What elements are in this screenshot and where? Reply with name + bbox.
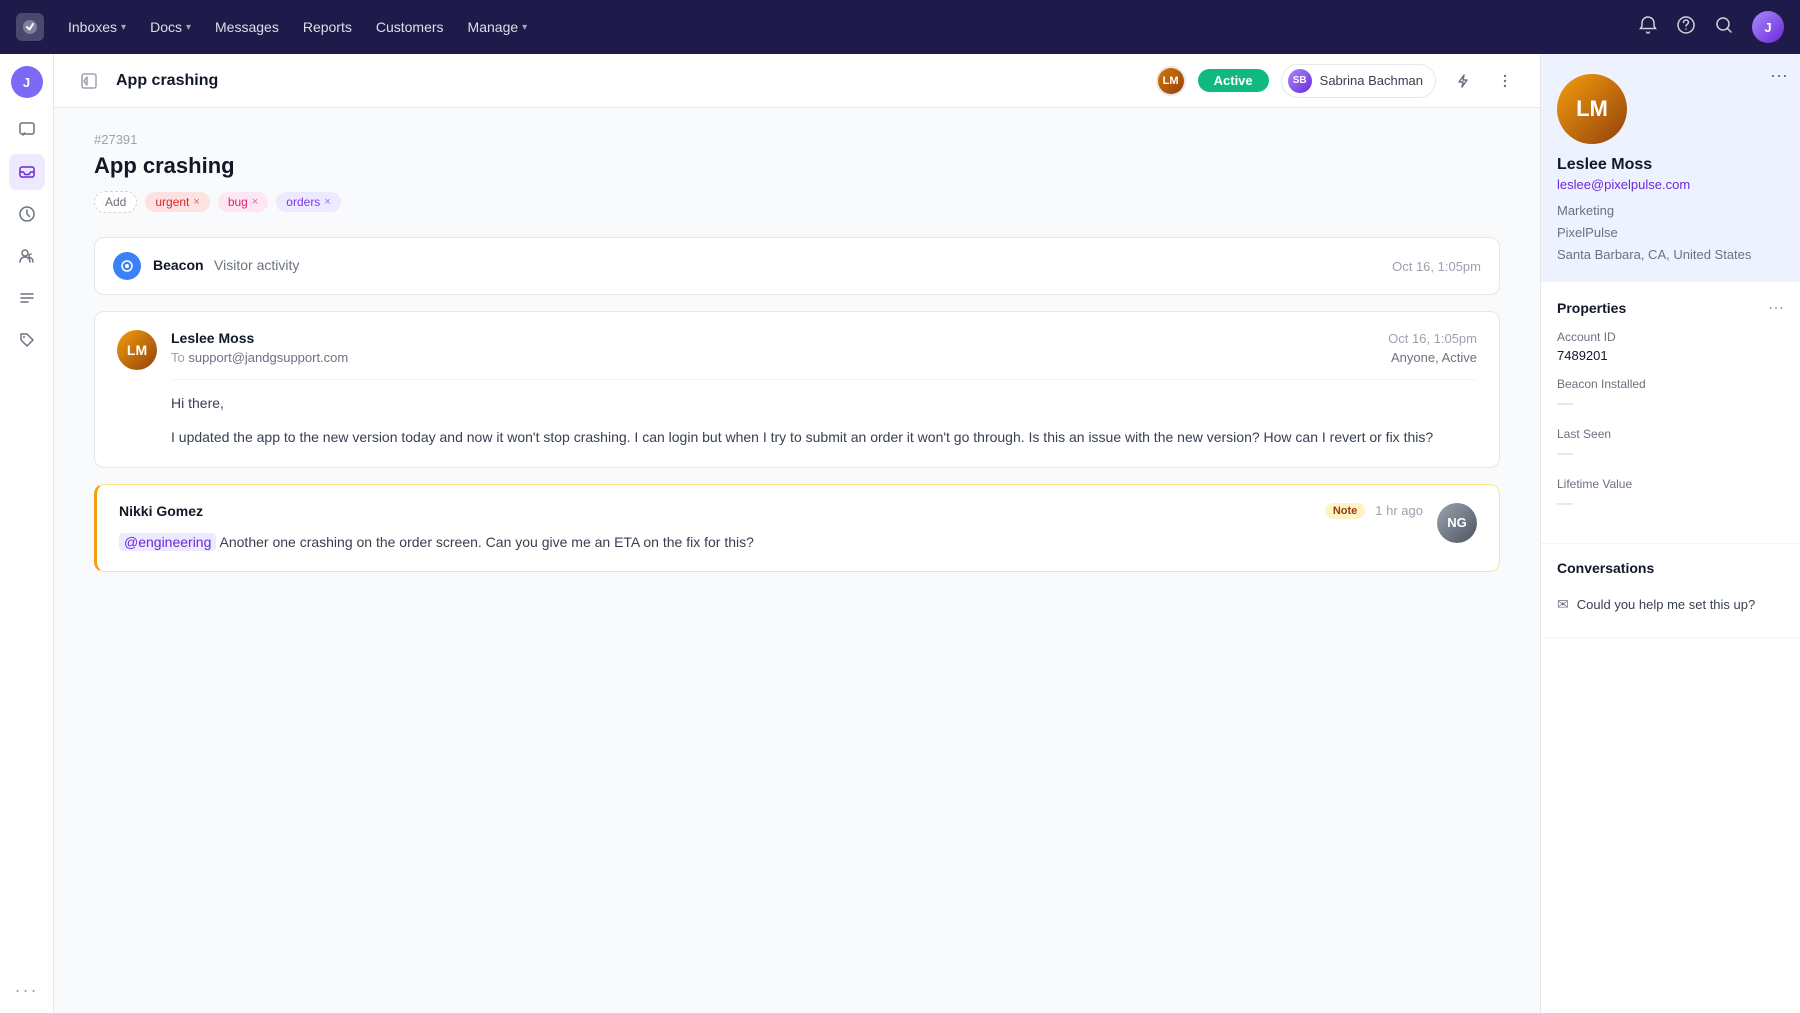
- properties-section: Properties ⋯ Account ID 7489201 Beacon I…: [1541, 282, 1800, 544]
- property-account-id: Account ID 7489201: [1557, 330, 1784, 363]
- message-sender-avatar: LM: [117, 330, 157, 370]
- conversation-body: #27391 App crashing Add urgent × bug × o…: [54, 108, 1540, 1013]
- beacon-icon: [113, 252, 141, 280]
- nav-docs[interactable]: Docs ▾: [150, 15, 191, 39]
- nav-messages[interactable]: Messages: [215, 15, 279, 39]
- sidebar-item-lists[interactable]: [9, 280, 45, 316]
- conversation-list-item[interactable]: ✉ Could you help me set this up?: [1557, 588, 1784, 621]
- left-sidebar: J: [0, 54, 54, 1013]
- note-author-avatar: NG: [1437, 503, 1477, 543]
- status-badge[interactable]: Active: [1198, 69, 1269, 92]
- conversation-title: App crashing: [116, 72, 1144, 90]
- add-tag-button[interactable]: Add: [94, 191, 137, 213]
- note-card: Nikki Gomez Note 1 hr ago @engineering A…: [94, 484, 1500, 572]
- contact-email[interactable]: leslee@pixelpulse.com: [1557, 177, 1784, 192]
- property-lifetime-value: Lifetime Value —: [1557, 477, 1784, 513]
- nav-manage[interactable]: Manage ▾: [468, 15, 528, 39]
- properties-title: Properties: [1557, 300, 1626, 316]
- nav-inboxes[interactable]: Inboxes ▾: [68, 15, 126, 39]
- back-icon[interactable]: [74, 66, 104, 96]
- sidebar-more-button[interactable]: ···: [15, 980, 39, 1001]
- conversation-header: App crashing LM Active SB Sabrina Bachma…: [54, 54, 1540, 108]
- assignee-button[interactable]: SB Sabrina Bachman: [1281, 64, 1436, 98]
- help-icon[interactable]: [1676, 15, 1696, 40]
- message-card: LM Leslee Moss Oct 16, 1:05pm To support…: [94, 311, 1500, 468]
- assignee-avatar: SB: [1288, 69, 1312, 93]
- sender-avatar-header[interactable]: LM: [1156, 66, 1186, 96]
- notification-bell-icon[interactable]: [1638, 15, 1658, 40]
- properties-more-button[interactable]: ⋯: [1768, 298, 1784, 318]
- sidebar-item-clock[interactable]: [9, 196, 45, 232]
- top-navigation: Inboxes ▾ Docs ▾ Messages Reports Custom…: [0, 0, 1800, 54]
- contact-name: Leslee Moss: [1557, 156, 1784, 174]
- property-last-seen: Last Seen —: [1557, 427, 1784, 463]
- more-options-icon[interactable]: [1490, 66, 1520, 96]
- sidebar-item-users[interactable]: [9, 238, 45, 274]
- sidebar-user-avatar[interactable]: J: [11, 66, 43, 98]
- sidebar-item-inbox[interactable]: [9, 154, 45, 190]
- sidebar-item-conversations[interactable]: [9, 112, 45, 148]
- ticket-title: App crashing: [94, 153, 1500, 179]
- envelope-icon: ✉: [1557, 596, 1569, 613]
- beacon-activity-row[interactable]: Beacon Visitor activity Oct 16, 1:05pm: [94, 237, 1500, 295]
- tag-urgent[interactable]: urgent ×: [145, 192, 209, 212]
- tags-row: Add urgent × bug × orders ×: [94, 191, 1500, 213]
- nav-customers[interactable]: Customers: [376, 15, 444, 39]
- remove-tag-orders[interactable]: ×: [324, 196, 330, 208]
- property-beacon-installed: Beacon Installed —: [1557, 377, 1784, 413]
- contact-avatar: LM: [1557, 74, 1627, 144]
- remove-tag-bug[interactable]: ×: [252, 196, 258, 208]
- nav-reports[interactable]: Reports: [303, 15, 352, 39]
- user-avatar[interactable]: J: [1752, 11, 1784, 43]
- ticket-number: #27391: [94, 132, 1500, 147]
- app-logo[interactable]: [16, 13, 44, 41]
- sidebar-item-tags[interactable]: [9, 322, 45, 358]
- tag-orders[interactable]: orders ×: [276, 192, 340, 212]
- contact-profile-section: ⋯ LM Leslee Moss leslee@pixelpulse.com M…: [1541, 54, 1800, 282]
- conversations-title: Conversations: [1557, 560, 1654, 576]
- tag-bug[interactable]: bug ×: [218, 192, 268, 212]
- mention-engineering: @engineering: [119, 533, 216, 551]
- search-icon[interactable]: [1714, 15, 1734, 40]
- remove-tag-urgent[interactable]: ×: [193, 196, 199, 208]
- profile-more-button[interactable]: ⋯: [1770, 66, 1788, 87]
- contact-meta: Marketing PixelPulse Santa Barbara, CA, …: [1557, 200, 1784, 266]
- right-panel: ⋯ LM Leslee Moss leslee@pixelpulse.com M…: [1540, 54, 1800, 1013]
- lightning-icon[interactable]: [1448, 66, 1478, 96]
- conversations-section: Conversations ✉ Could you help me set th…: [1541, 544, 1800, 638]
